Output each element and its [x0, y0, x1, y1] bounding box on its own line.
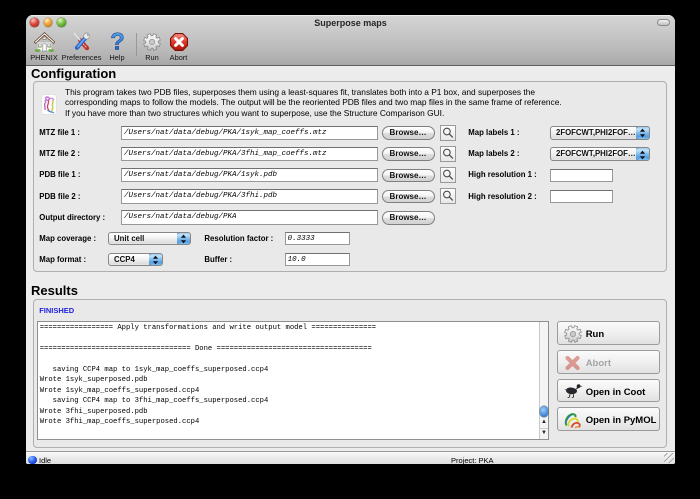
- svg-text:?: ?: [110, 32, 125, 52]
